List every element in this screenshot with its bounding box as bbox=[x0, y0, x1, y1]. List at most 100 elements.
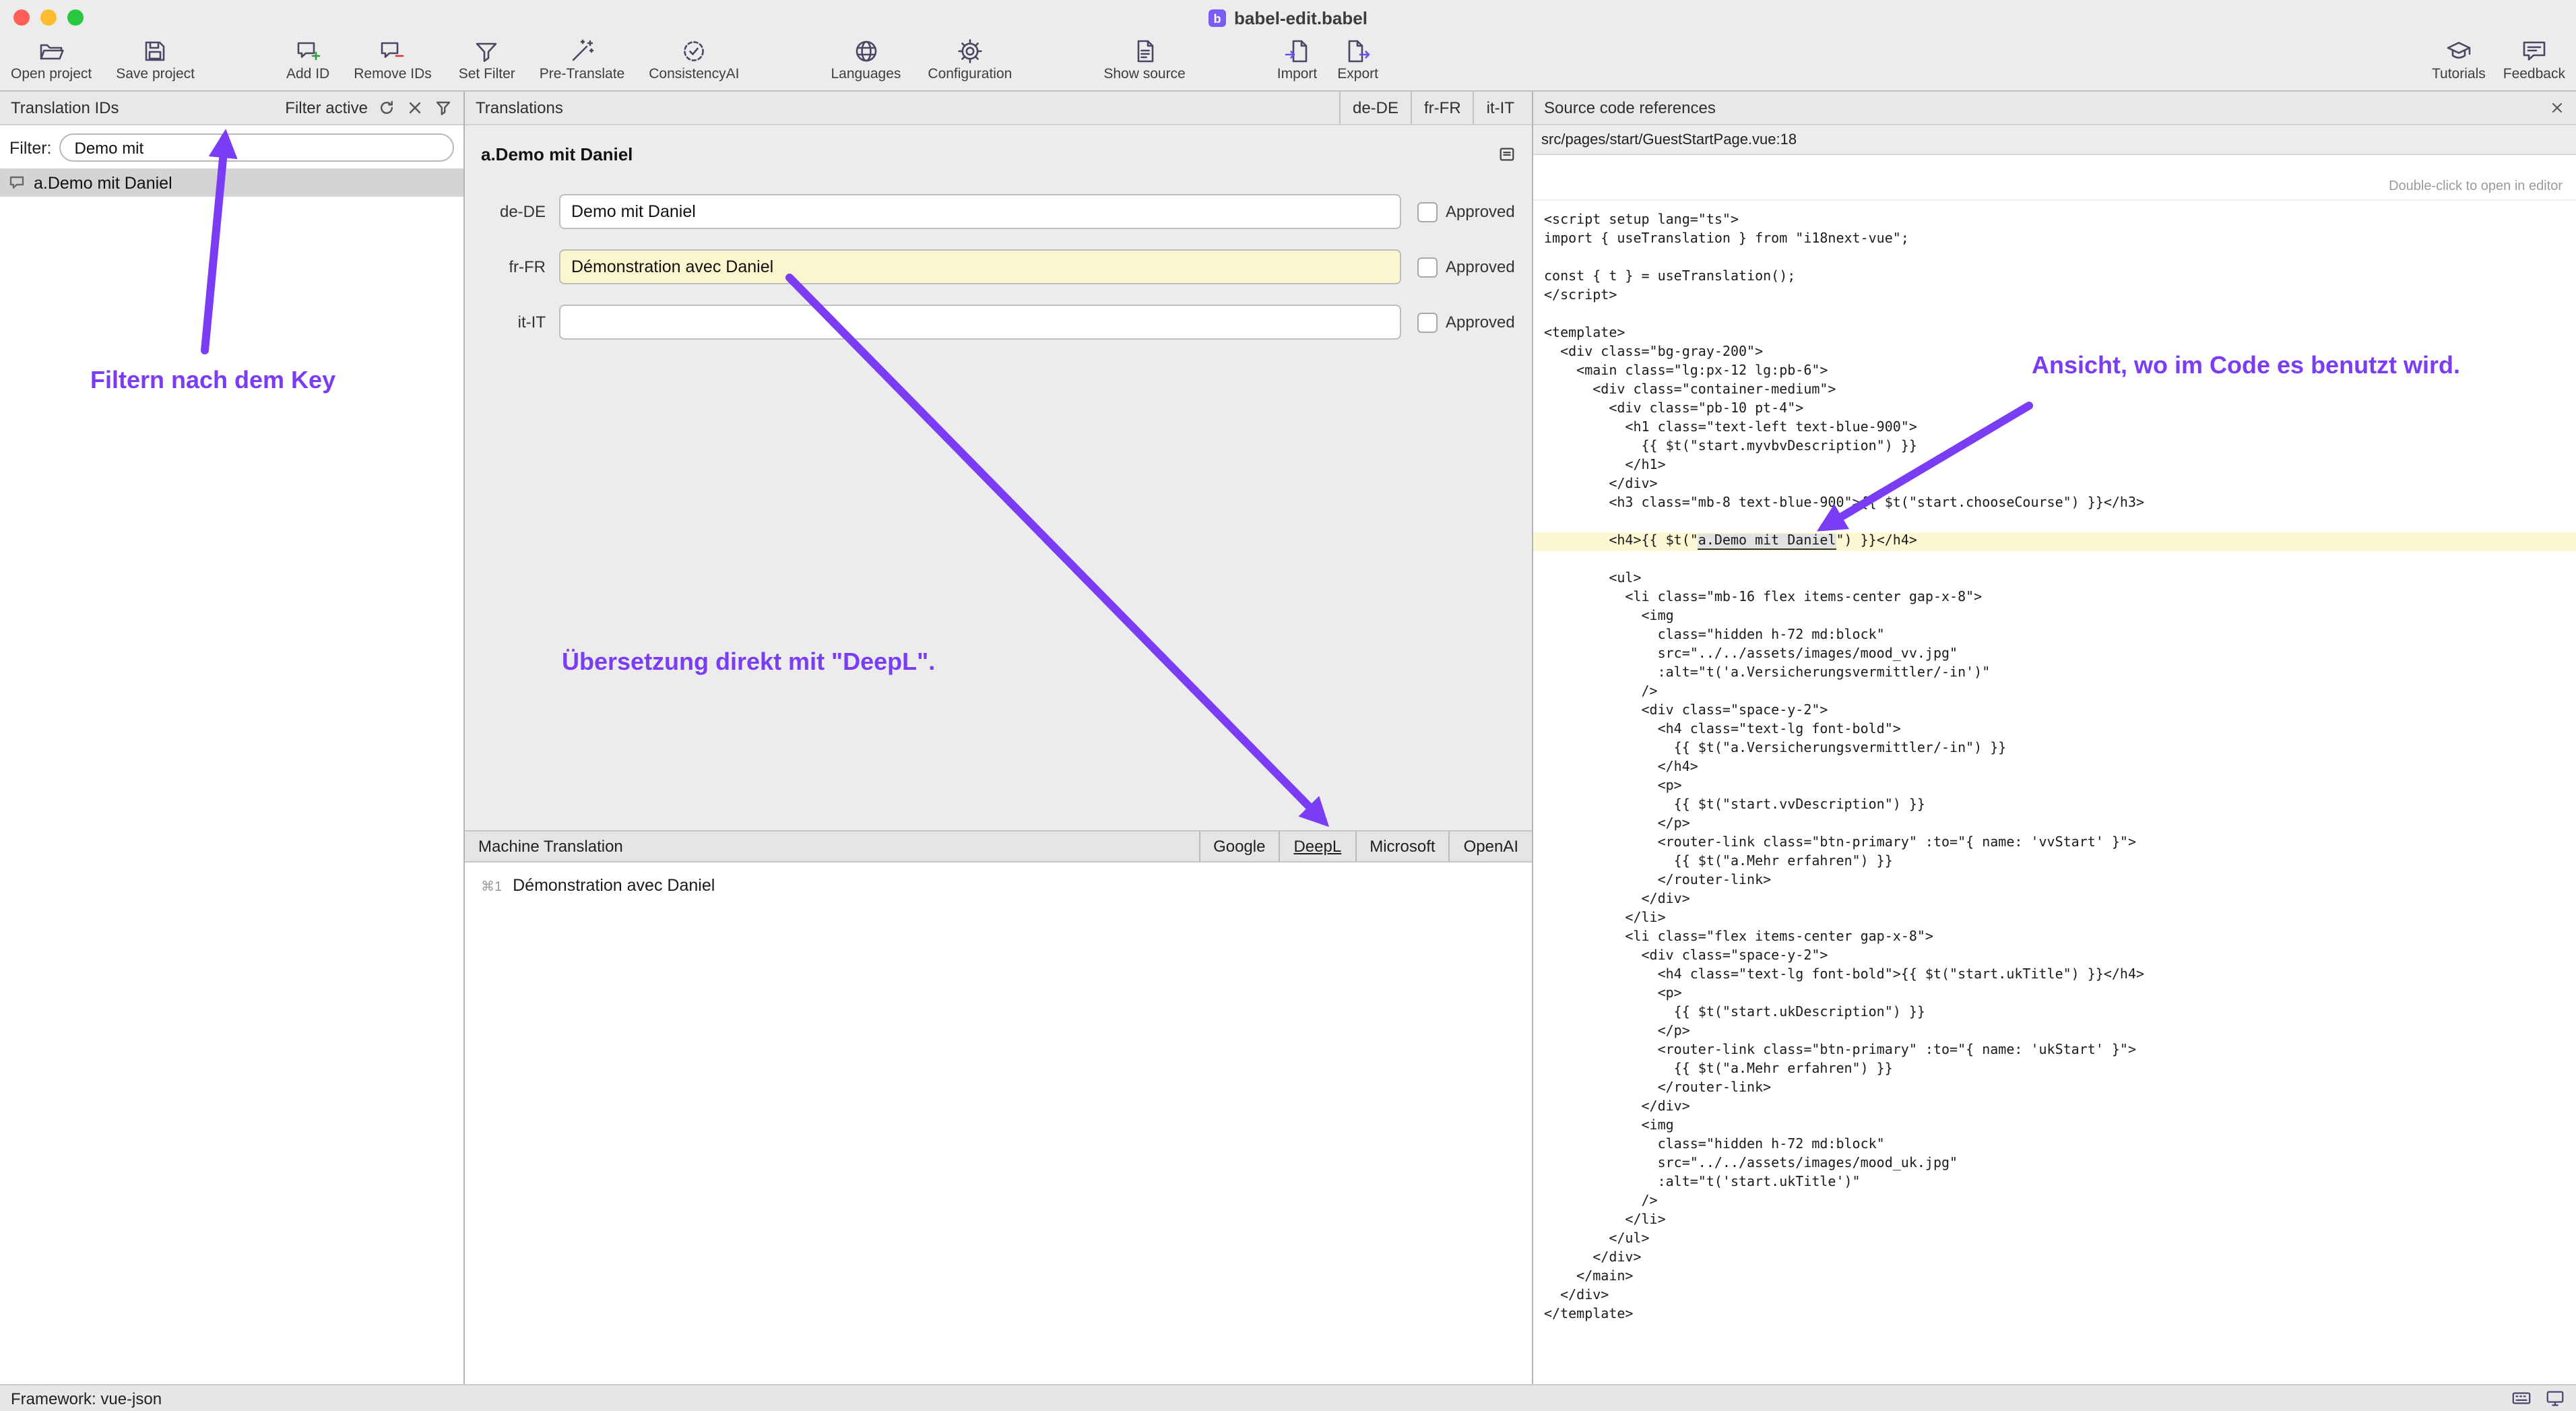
translation-id-item[interactable]: a.Demo mit Daniel bbox=[0, 168, 463, 197]
code-line: {{ $t("start.myvbvDescription") }} bbox=[1533, 438, 2576, 457]
translations-body: a.Demo mit Daniel de-DE Approved fr-FR bbox=[465, 125, 1532, 830]
consistency-ai-button[interactable]: ConsistencyAI bbox=[649, 38, 739, 82]
machine-translation-header: Machine Translation Google DeepL Microso… bbox=[465, 830, 1532, 863]
code-line: </div> bbox=[1533, 1287, 2576, 1306]
language-tab-fr-FR[interactable]: fr-FR bbox=[1411, 92, 1473, 124]
machine-translation-title: Machine Translation bbox=[478, 837, 623, 856]
export-button[interactable]: Export bbox=[1337, 38, 1378, 82]
configuration-icon bbox=[957, 38, 984, 65]
code-line: </p> bbox=[1533, 815, 2576, 834]
close-panel-icon[interactable] bbox=[2549, 100, 2565, 116]
code-line: <main class="lg:px-12 lg:pb-6"> bbox=[1533, 363, 2576, 381]
filter-funnel-icon[interactable] bbox=[434, 98, 453, 117]
code-line: {{ $t("a.Mehr erfahren") }} bbox=[1533, 1061, 2576, 1079]
filter-active-label: Filter active bbox=[285, 98, 368, 117]
machine-translation-result[interactable]: ⌘1 Démonstration avec Daniel bbox=[481, 876, 1516, 895]
approved-checkbox-fr-FR[interactable] bbox=[1417, 257, 1438, 277]
import-button[interactable]: Import bbox=[1277, 38, 1318, 82]
code-line: <ul> bbox=[1533, 570, 2576, 589]
provider-deepl[interactable]: DeepL bbox=[1279, 832, 1355, 861]
refresh-filter-icon[interactable] bbox=[377, 98, 396, 117]
translation-input-fr-FR[interactable] bbox=[559, 249, 1401, 284]
zoom-window-button[interactable] bbox=[67, 9, 84, 26]
set-filter-icon bbox=[474, 38, 501, 65]
language-tab-de-DE[interactable]: de-DE bbox=[1339, 92, 1411, 124]
filter-row: Filter: bbox=[0, 125, 463, 168]
keyboard-icon[interactable] bbox=[2511, 1388, 2532, 1408]
shortcut-badge: ⌘1 bbox=[481, 880, 502, 895]
code-line: <router-link class="btn-primary" :to="{ … bbox=[1533, 1042, 2576, 1061]
open-project-button[interactable]: Open project bbox=[11, 38, 92, 82]
window-title: babel-edit.babel bbox=[1234, 7, 1367, 28]
set-filter-button[interactable]: Set Filter bbox=[459, 38, 515, 82]
comment-icon[interactable] bbox=[1498, 146, 1516, 163]
toolbar: Open project Save project Add ID Remove … bbox=[0, 35, 2576, 92]
translation-id-label: a.Demo mit Daniel bbox=[34, 173, 172, 192]
code-line: <p> bbox=[1533, 778, 2576, 796]
source-file-reference[interactable]: src/pages/start/GuestStartPage.vue:18 bbox=[1533, 125, 2576, 155]
translation-id-list: a.Demo mit Daniel bbox=[0, 168, 463, 197]
code-line: {{ $t("a.Mehr erfahren") }} bbox=[1533, 853, 2576, 872]
approved-label: Approved bbox=[1446, 313, 1515, 332]
tutorials-icon bbox=[2445, 38, 2472, 65]
translation-ids-panel: Translation IDs Filter active Filter: a.… bbox=[0, 92, 465, 1384]
code-line: <p> bbox=[1533, 985, 2576, 1004]
code-line: <div class="space-y-2"> bbox=[1533, 947, 2576, 966]
translation-ids-header: Translation IDs Filter active bbox=[0, 92, 463, 125]
provider-google[interactable]: Google bbox=[1198, 832, 1279, 861]
consistency-ai-icon bbox=[680, 38, 707, 65]
provider-openai[interactable]: OpenAI bbox=[1449, 832, 1532, 861]
remove-ids-button[interactable]: Remove IDs bbox=[354, 38, 432, 82]
code-line: </h4> bbox=[1533, 759, 2576, 778]
framework-label: Framework: vue-json bbox=[11, 1389, 162, 1408]
code-line[interactable]: <h4>{{ $t("a.Demo mit Daniel") }}</h4> bbox=[1533, 532, 2576, 551]
minimize-window-button[interactable] bbox=[40, 9, 57, 26]
traffic-lights bbox=[0, 9, 84, 26]
source-code-header: Source code references bbox=[1533, 92, 2576, 125]
approved-checkbox-de-DE[interactable] bbox=[1417, 201, 1438, 222]
translation-input-de-DE[interactable] bbox=[559, 194, 1401, 229]
tutorials-button[interactable]: Tutorials bbox=[2432, 38, 2486, 82]
provider-microsoft[interactable]: Microsoft bbox=[1355, 832, 1448, 861]
export-icon bbox=[1345, 38, 1372, 65]
translations-panel: Translations de-DE fr-FR it-IT a.Demo mi… bbox=[465, 92, 1533, 1384]
code-line: <div class="pb-10 pt-4"> bbox=[1533, 400, 2576, 419]
code-line: const { t } = useTranslation(); bbox=[1533, 268, 2576, 287]
save-project-button[interactable]: Save project bbox=[116, 38, 195, 82]
show-source-icon bbox=[1131, 38, 1158, 65]
speech-bubble-icon bbox=[8, 174, 26, 191]
translation-key-title: a.Demo mit Daniel bbox=[481, 144, 1498, 164]
code-line: class="hidden h-72 md:block" bbox=[1533, 1136, 2576, 1155]
code-line: /> bbox=[1533, 1193, 2576, 1212]
code-line: <script setup lang="ts"> bbox=[1533, 212, 2576, 230]
code-line: <h3 class="mb-8 text-blue-900">{{ $t("st… bbox=[1533, 495, 2576, 513]
configuration-button[interactable]: Configuration bbox=[928, 38, 1012, 82]
translation-input-it-IT[interactable] bbox=[559, 305, 1401, 340]
code-line: </div> bbox=[1533, 476, 2576, 495]
app-window: b babel-edit.babel Open project Save pro… bbox=[0, 0, 2576, 1411]
screen-icon[interactable] bbox=[2545, 1388, 2565, 1408]
referenced-translation-key[interactable]: a.Demo mit Daniel bbox=[1698, 534, 1836, 550]
approved-checkbox-it-IT[interactable] bbox=[1417, 312, 1438, 332]
show-source-button[interactable]: Show source bbox=[1103, 38, 1185, 82]
code-line: </ul> bbox=[1533, 1230, 2576, 1249]
filter-input[interactable] bbox=[60, 133, 455, 162]
languages-button[interactable]: Languages bbox=[831, 38, 901, 82]
translation-row: de-DE Approved bbox=[476, 194, 1516, 229]
clear-filter-icon[interactable] bbox=[406, 98, 424, 117]
code-line: src="../../assets/images/mood_uk.jpg" bbox=[1533, 1155, 2576, 1174]
add-id-button[interactable]: Add ID bbox=[286, 38, 329, 82]
feedback-button[interactable]: Feedback bbox=[2503, 38, 2565, 82]
code-line: <router-link class="btn-primary" :to="{ … bbox=[1533, 834, 2576, 853]
save-project-icon bbox=[142, 38, 169, 65]
code-line: </main> bbox=[1533, 1268, 2576, 1287]
remove-ids-icon bbox=[379, 38, 406, 65]
pre-translate-button[interactable]: Pre-Translate bbox=[540, 38, 624, 82]
close-window-button[interactable] bbox=[13, 9, 30, 26]
language-tab-it-IT[interactable]: it-IT bbox=[1473, 92, 1526, 124]
code-line: </li> bbox=[1533, 910, 2576, 929]
code-line: {{ $t("start.vvDescription") }} bbox=[1533, 796, 2576, 815]
code-line: </router-link> bbox=[1533, 1079, 2576, 1098]
code-line: </template> bbox=[1533, 1306, 2576, 1325]
titlebar: b babel-edit.babel bbox=[0, 0, 2576, 35]
